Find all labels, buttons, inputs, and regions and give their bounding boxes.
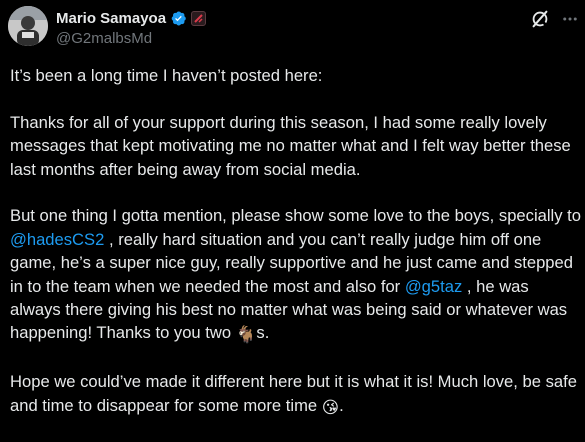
verified-badge-icon[interactable] (170, 10, 187, 27)
tweet-text: It’s been a long time I haven’t posted h… (10, 64, 582, 442)
tweet-text-segment: s. (256, 323, 270, 343)
avatar[interactable] (8, 6, 48, 46)
author-name-row: Mario Samayoa (56, 8, 207, 28)
grok-icon[interactable] (529, 8, 551, 30)
author-name[interactable]: Mario Samayoa (56, 10, 166, 27)
mention-link-g5taz[interactable]: @g5taz (405, 277, 462, 296)
tweet-paragraph-4: Hope we could’ve made it different here … (10, 370, 582, 419)
avatar-photo (8, 6, 48, 46)
tweet-text-segment: Hope we could’ve made it different here … (10, 372, 577, 415)
g2-affiliate-badge-icon[interactable] (191, 10, 207, 26)
tweet-paragraph-1: It’s been a long time I haven’t posted h… (10, 66, 323, 85)
tweet-text-segment: . (339, 395, 344, 415)
tweet-paragraph-3: But one thing I gotta mention, please sh… (10, 204, 582, 346)
mention-link-hadescs2[interactable]: @hadesCS2 (10, 230, 104, 249)
more-options-icon[interactable] (561, 10, 579, 28)
kiss-emoji-icon: 😘 (321, 397, 340, 417)
author-handle[interactable]: @G2malbsMd (56, 30, 152, 47)
tweet-paragraph-2: Thanks for all of your support during th… (10, 112, 571, 179)
goat-emoji-icon: 🐐 (235, 325, 257, 345)
tweet-text-segment: But one thing I gotta mention, please sh… (10, 206, 581, 226)
affiliate-logo-icon (194, 13, 203, 23)
tweet-header: Mario Samayoa @G2malbsMd (0, 0, 585, 56)
